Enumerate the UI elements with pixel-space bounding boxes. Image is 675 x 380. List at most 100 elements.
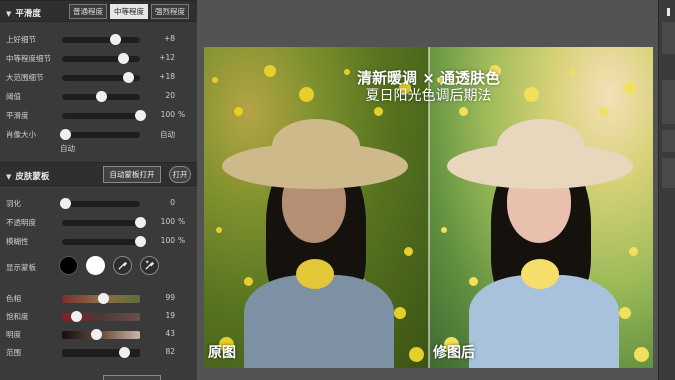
rapeseed-flower (599, 107, 608, 116)
headline-line-2: 夏日阳光色调后期法 (365, 88, 492, 104)
slider-track[interactable] (60, 198, 140, 209)
hat-crown (497, 119, 585, 173)
slider-track[interactable] (62, 34, 140, 45)
slider-label: 明度 (6, 330, 21, 339)
slider-handle[interactable] (117, 53, 129, 64)
slider-label: 色相 (6, 294, 21, 303)
slider-handle[interactable] (119, 347, 131, 358)
shirt (244, 275, 394, 368)
slider-handle[interactable] (60, 129, 72, 140)
smoothness-section-header[interactable]: ▼ 平滑度 普通程度 中等程度 强烈程度 (0, 0, 197, 22)
slider-label: 平滑度 (6, 111, 29, 120)
skin-mask-section-title: ▼ 皮肤蒙板 (6, 170, 49, 182)
collapse-triangle-icon[interactable]: ▼ (6, 10, 11, 18)
portrait-size-sub-label: 自动 (60, 144, 75, 153)
slider-track[interactable] (62, 110, 146, 121)
slider-track[interactable] (62, 293, 140, 304)
slider-unit: % (178, 110, 186, 119)
show-mask-label: 显示蒙板 (6, 263, 36, 272)
slider-handle[interactable] (110, 34, 122, 45)
slider-track[interactable] (62, 53, 140, 64)
white-swatch[interactable] (86, 256, 105, 275)
slider-value: 82 (165, 347, 175, 356)
slider-track[interactable] (62, 236, 146, 247)
slider-handle[interactable] (96, 91, 107, 102)
skin-mask-section-header[interactable]: ▼ 皮肤蒙板 自动蒙板打开 打开 (0, 162, 197, 186)
slider-value: 100 (160, 236, 175, 245)
rapeseed-flower (244, 277, 253, 286)
before-after-photo: 清新暖调 × 通透肤色 夏日阳光色调后期法 原图 修图后 (204, 47, 653, 368)
rapeseed-flower (629, 247, 638, 256)
slider-track[interactable] (62, 91, 140, 102)
slider-track[interactable] (62, 329, 140, 340)
slider-handle[interactable] (71, 311, 83, 322)
auto-mask-button[interactable]: 自动蒙板打开 (103, 166, 161, 183)
collapse-triangle-icon[interactable]: ▼ (6, 173, 11, 181)
rapeseed-flower (374, 107, 383, 116)
slider-value: 100 (160, 217, 175, 226)
slider-label: 肖像大小 (6, 130, 36, 139)
mode-medium-button[interactable]: 中等程度 (110, 4, 148, 19)
rapeseed-flower (409, 347, 424, 362)
rapeseed-flower (441, 227, 447, 233)
black-swatch[interactable] (59, 256, 78, 275)
rapeseed-flower (404, 247, 413, 256)
slider-label: 羽化 (6, 199, 21, 208)
slider-track[interactable] (62, 311, 140, 322)
slider-value: 自动 (160, 130, 175, 139)
rapeseed-flower (394, 307, 406, 319)
rapeseed-flower (619, 307, 631, 319)
right-panel-block-2[interactable] (662, 80, 675, 124)
hat-crown (272, 119, 360, 173)
slider-track[interactable] (62, 347, 140, 358)
eyedropper-plus-icon[interactable] (140, 256, 159, 275)
right-panel-block-4[interactable] (662, 158, 675, 188)
bottom-partial-button[interactable] (103, 375, 161, 380)
slider-handle[interactable] (135, 217, 146, 228)
slider-track[interactable] (62, 72, 140, 83)
slider-label: 阈值 (6, 92, 21, 101)
slider-handle[interactable] (91, 329, 103, 340)
rapeseed-flower (459, 107, 468, 116)
shirt (469, 275, 619, 368)
slider-unit: % (178, 217, 186, 226)
rapeseed-flower (216, 227, 222, 233)
smoothness-title-text: 平滑度 (15, 9, 41, 19)
skin-mask-title-text: 皮肤蒙板 (15, 172, 50, 182)
right-panel-block-3[interactable] (662, 130, 675, 152)
slider-label: 中等程度细节 (6, 54, 51, 63)
slider-track[interactable] (62, 217, 146, 228)
eyedropper-icon[interactable] (113, 256, 132, 275)
slider-label: 大范围细节 (6, 73, 44, 82)
slider-handle[interactable] (135, 110, 146, 121)
slider-value: 99 (165, 293, 175, 302)
open-button[interactable]: 打开 (169, 166, 191, 183)
slider-value: +18 (159, 72, 175, 81)
slider-value: 19 (165, 311, 175, 320)
slider-value: +8 (163, 34, 175, 43)
slider-value: 20 (165, 91, 175, 100)
rapeseed-flower (234, 107, 243, 116)
flower-bouquet (521, 259, 559, 289)
mode-strong-button[interactable]: 强烈程度 (151, 4, 189, 19)
right-panel-block-1[interactable] (662, 22, 675, 54)
slider-value: +12 (159, 53, 175, 62)
slider-label: 上好细节 (6, 35, 36, 44)
mode-normal-button[interactable]: 普通程度 (69, 4, 107, 19)
flower-bouquet (296, 259, 334, 289)
before-label: 原图 (208, 345, 236, 361)
slider-label: 不透明度 (6, 218, 36, 227)
rapeseed-flower (469, 277, 478, 286)
slider-track[interactable] (60, 129, 140, 140)
slider-label: 范围 (6, 348, 21, 357)
slider-handle[interactable] (60, 198, 72, 209)
slider-value: 43 (165, 329, 175, 338)
slider-unit: % (178, 236, 186, 245)
slider-handle[interactable] (135, 236, 146, 247)
slider-value: 0 (170, 198, 175, 207)
slider-handle[interactable] (97, 293, 109, 304)
slider-label: 模糊性 (6, 237, 29, 246)
scroll-indicator[interactable] (667, 8, 670, 16)
right-side-panel (658, 0, 675, 380)
slider-handle[interactable] (122, 72, 134, 83)
